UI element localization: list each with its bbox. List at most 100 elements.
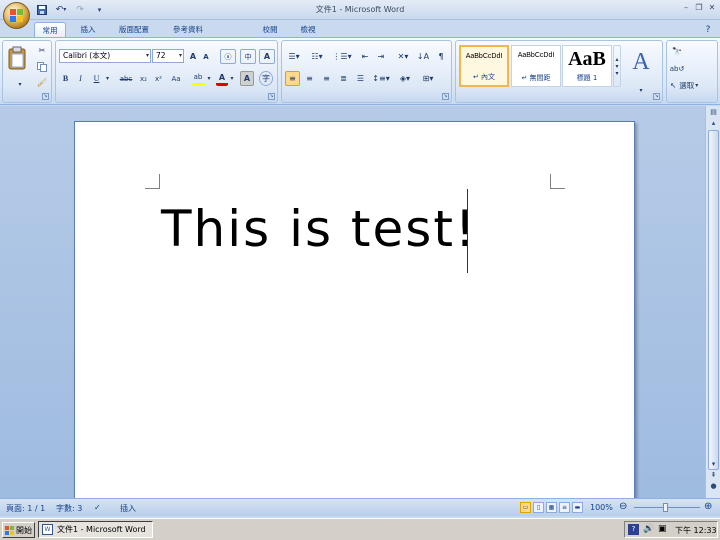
justify-icon[interactable]: ≣ (336, 71, 351, 86)
style-heading-1[interactable]: AaB 標題 1 (562, 45, 612, 87)
char-shading-icon[interactable]: A (240, 71, 254, 86)
restore-icon[interactable]: ❐ (693, 3, 705, 15)
select-label: 選取 (679, 81, 695, 90)
scrollbar-thumb[interactable] (708, 130, 719, 470)
style-normal[interactable]: AaBbCcDdI ↵ 內文 (459, 45, 509, 87)
strikethrough-button[interactable]: abc (116, 71, 136, 86)
grow-font-button[interactable]: A (187, 49, 199, 64)
tab-references[interactable]: 參考資料 (164, 22, 212, 37)
paste-dropdown-icon[interactable]: ▾ (15, 77, 25, 92)
bullets-icon[interactable]: ☰▾ (285, 49, 303, 64)
word-app-icon: W (42, 524, 53, 535)
full-screen-reading-icon[interactable]: ▯ (533, 502, 544, 513)
chevron-down-icon[interactable]: ▾ (636, 83, 646, 98)
increase-indent-icon[interactable]: ⇥ (374, 49, 388, 64)
copy-icon[interactable] (35, 59, 49, 74)
ime-help-icon[interactable]: ? (628, 524, 639, 535)
superscript-button[interactable]: x² (152, 71, 165, 86)
sort-icon[interactable]: ↓A (416, 49, 430, 64)
paragraph-launcher-icon[interactable]: ↘ (442, 93, 449, 100)
select-browse-object-icon[interactable]: ● (707, 482, 720, 493)
web-layout-icon[interactable]: ▦ (546, 502, 557, 513)
tab-insert[interactable]: 插入 (72, 22, 104, 37)
zoom-in-icon[interactable]: ⊕ (704, 501, 712, 512)
subscript-button[interactable]: x₂ (137, 71, 150, 86)
align-center-icon[interactable]: ≡ (302, 71, 317, 86)
shrink-font-button[interactable]: A (200, 49, 212, 64)
style-no-spacing[interactable]: AaBbCcDdI ↵ 無間距 (511, 45, 561, 87)
paste-icon[interactable] (6, 43, 28, 73)
select-button[interactable]: ↖ 選取 ▾ (670, 78, 716, 93)
margin-corner-mark (550, 174, 565, 189)
tab-view[interactable]: 檢視 (292, 22, 324, 37)
minimize-icon[interactable]: – (680, 3, 692, 15)
replace-icon[interactable]: ab↺ (670, 61, 685, 76)
font-launcher-icon[interactable]: ↘ (268, 93, 275, 100)
cut-icon[interactable]: ✂ (35, 43, 49, 58)
char-border-icon[interactable]: A (259, 49, 275, 64)
underline-button[interactable]: U (91, 71, 102, 86)
change-case-button[interactable]: Aa (168, 71, 184, 86)
print-layout-icon[interactable]: ▭ (520, 502, 531, 513)
font-color-button[interactable]: A (216, 71, 228, 86)
tab-review[interactable]: 校閱 (254, 22, 286, 37)
chevron-down-icon[interactable]: ▾ (206, 71, 212, 86)
font-name-field[interactable]: Calibri (本文) ▾ (59, 49, 151, 63)
ruler-toggle-icon[interactable]: ▤ (707, 108, 720, 119)
taskbar-word-item[interactable]: W 文件1 - Microsoft Word (38, 521, 153, 538)
scroll-down-icon[interactable]: ▾ (707, 460, 720, 471)
volume-icon[interactable]: 🔊 (643, 524, 654, 534)
scroll-up-icon[interactable]: ▴ (707, 119, 720, 130)
clipboard-launcher-icon[interactable]: ↘ (42, 93, 49, 100)
shading-icon[interactable]: ◈▾ (395, 71, 415, 86)
align-right-icon[interactable]: ≡ (319, 71, 334, 86)
italic-button[interactable]: I (75, 71, 86, 86)
format-painter-icon[interactable]: 🖌 (35, 75, 49, 90)
distribute-icon[interactable]: ☰ (353, 71, 368, 86)
tab-home[interactable]: 常用 (34, 22, 66, 37)
prev-page-icon[interactable]: ⇞ (707, 471, 720, 482)
decrease-indent-icon[interactable]: ⇤ (358, 49, 372, 64)
draft-icon[interactable]: ▬ (572, 502, 583, 513)
vertical-scrollbar[interactable]: ▤ ▴ ▾ ⇞ ● (705, 106, 720, 498)
document-page[interactable]: This is test! (74, 121, 635, 498)
start-button[interactable]: 開始 (2, 522, 35, 538)
chevron-down-icon[interactable]: ▾ (104, 71, 111, 86)
find-icon[interactable]: 🔭 (670, 44, 684, 59)
zoom-out-icon[interactable]: ⊖ (619, 501, 627, 512)
line-spacing-icon[interactable]: ↕≡▾ (371, 71, 391, 86)
clear-format-icon[interactable]: ⓐ (220, 49, 236, 64)
asian-layout-icon[interactable]: ✕▾ (392, 49, 414, 64)
proofing-icon[interactable]: ✓ (94, 503, 101, 512)
clock[interactable]: 下午 12:33 (675, 525, 717, 536)
help-icon[interactable]: ? (700, 22, 716, 37)
zoom-level[interactable]: 100% (590, 503, 613, 512)
font-size-field[interactable]: 72 ▾ (152, 49, 184, 63)
tab-page-layout[interactable]: 版面配置 (110, 22, 158, 37)
chevron-down-icon[interactable]: ▾ (229, 71, 235, 86)
styles-launcher-icon[interactable]: ↘ (653, 93, 660, 100)
bold-button[interactable]: B (60, 71, 71, 86)
align-left-icon[interactable]: ≡ (285, 71, 300, 86)
close-icon[interactable]: ✕ (706, 3, 718, 15)
chevron-down-icon[interactable]: ▾ (146, 50, 149, 62)
enclose-char-icon[interactable]: 字 (259, 71, 273, 86)
insert-mode[interactable]: 插入 (120, 503, 136, 514)
highlight-button[interactable]: ab (191, 71, 205, 86)
page-count[interactable]: 頁面: 1 / 1 (6, 503, 45, 514)
outline-icon[interactable]: ≡ (559, 502, 570, 513)
zoom-slider-thumb[interactable] (663, 503, 668, 512)
show-marks-icon[interactable]: ¶ (434, 49, 448, 64)
network-icon[interactable]: ▣ (658, 524, 667, 534)
borders-icon[interactable]: ⊞▾ (418, 71, 438, 86)
numbering-icon[interactable]: ☷▾ (308, 49, 326, 64)
styles-scroll-icon[interactable]: ▴ ▾ ▾ (613, 45, 621, 87)
system-tray: ? 🔊 ▣ 下午 12:33 (624, 521, 718, 538)
change-styles-icon[interactable]: A (626, 43, 656, 81)
chevron-down-icon[interactable]: ▾ (179, 50, 182, 62)
word-count[interactable]: 字數: 3 (56, 503, 82, 514)
document-text[interactable]: This is test! (161, 200, 477, 258)
office-button[interactable] (3, 2, 30, 29)
multilevel-list-icon[interactable]: ⋮☰▾ (331, 49, 353, 64)
phonetic-guide-icon[interactable]: 中 (240, 49, 256, 64)
